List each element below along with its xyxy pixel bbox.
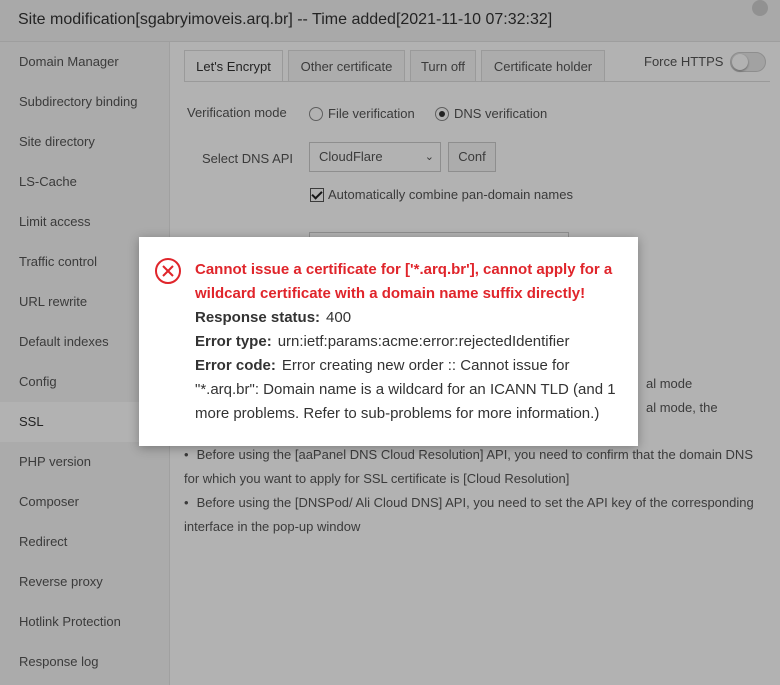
error-type-label: Error type: (195, 333, 272, 350)
response-status-label: Response status: (195, 309, 321, 326)
error-type-value: urn:ietf:params:acme:error:rejectedIdent… (277, 333, 570, 350)
error-x-icon (155, 258, 181, 284)
response-status-value: 400 (326, 309, 352, 326)
error-code-label: Error code: (195, 357, 276, 374)
response-status-row: Response status: 400 (195, 306, 625, 330)
error-code-row: Error code: Error creating new order :: C… (195, 354, 625, 426)
error-type-row: Error type: urn:ietf:params:acme:error:re… (195, 330, 625, 354)
error-title: Cannot issue a certificate for ['*.arq.b… (195, 261, 613, 302)
error-dialog: Cannot issue a certificate for ['*.arq.b… (139, 237, 638, 446)
